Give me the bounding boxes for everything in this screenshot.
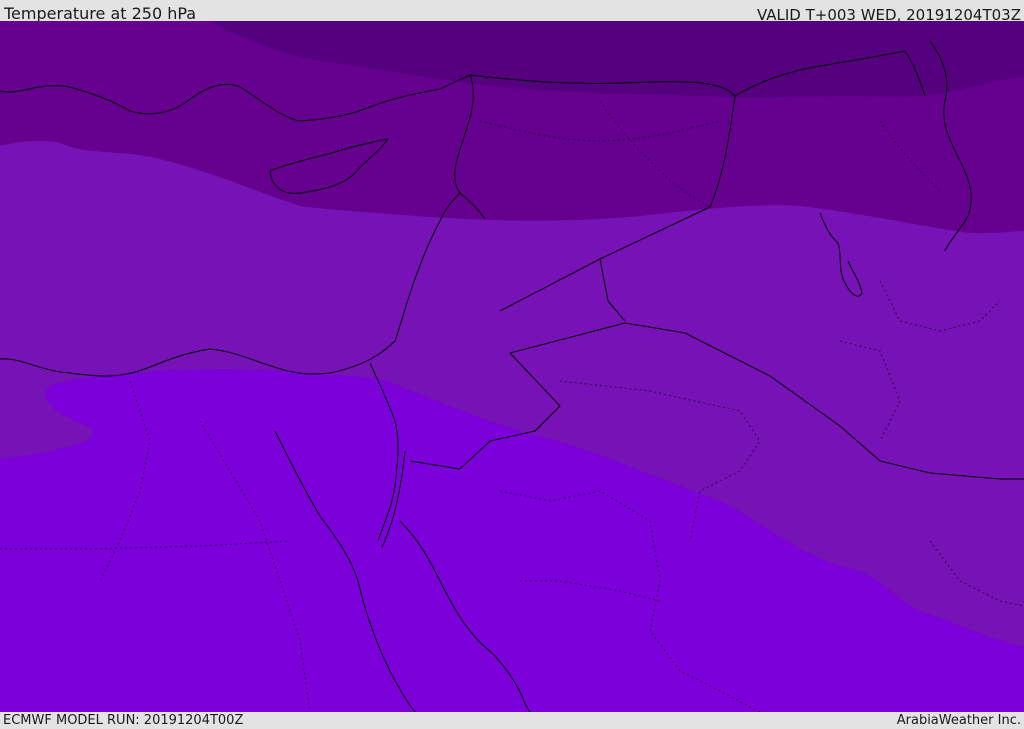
map-canvas — [0, 21, 1024, 712]
model-run: ECMWF MODEL RUN: 20191204T00Z — [3, 713, 244, 728]
map-area[interactable] — [0, 21, 1024, 712]
credit-text: ArabiaWeather Inc. — [896, 713, 1021, 728]
footer-bar: ECMWF MODEL RUN: 20191204T00Z ArabiaWeat… — [0, 712, 1024, 729]
header-bar: Temperature at 250 hPa VALID T+003 WED, … — [0, 0, 1024, 24]
